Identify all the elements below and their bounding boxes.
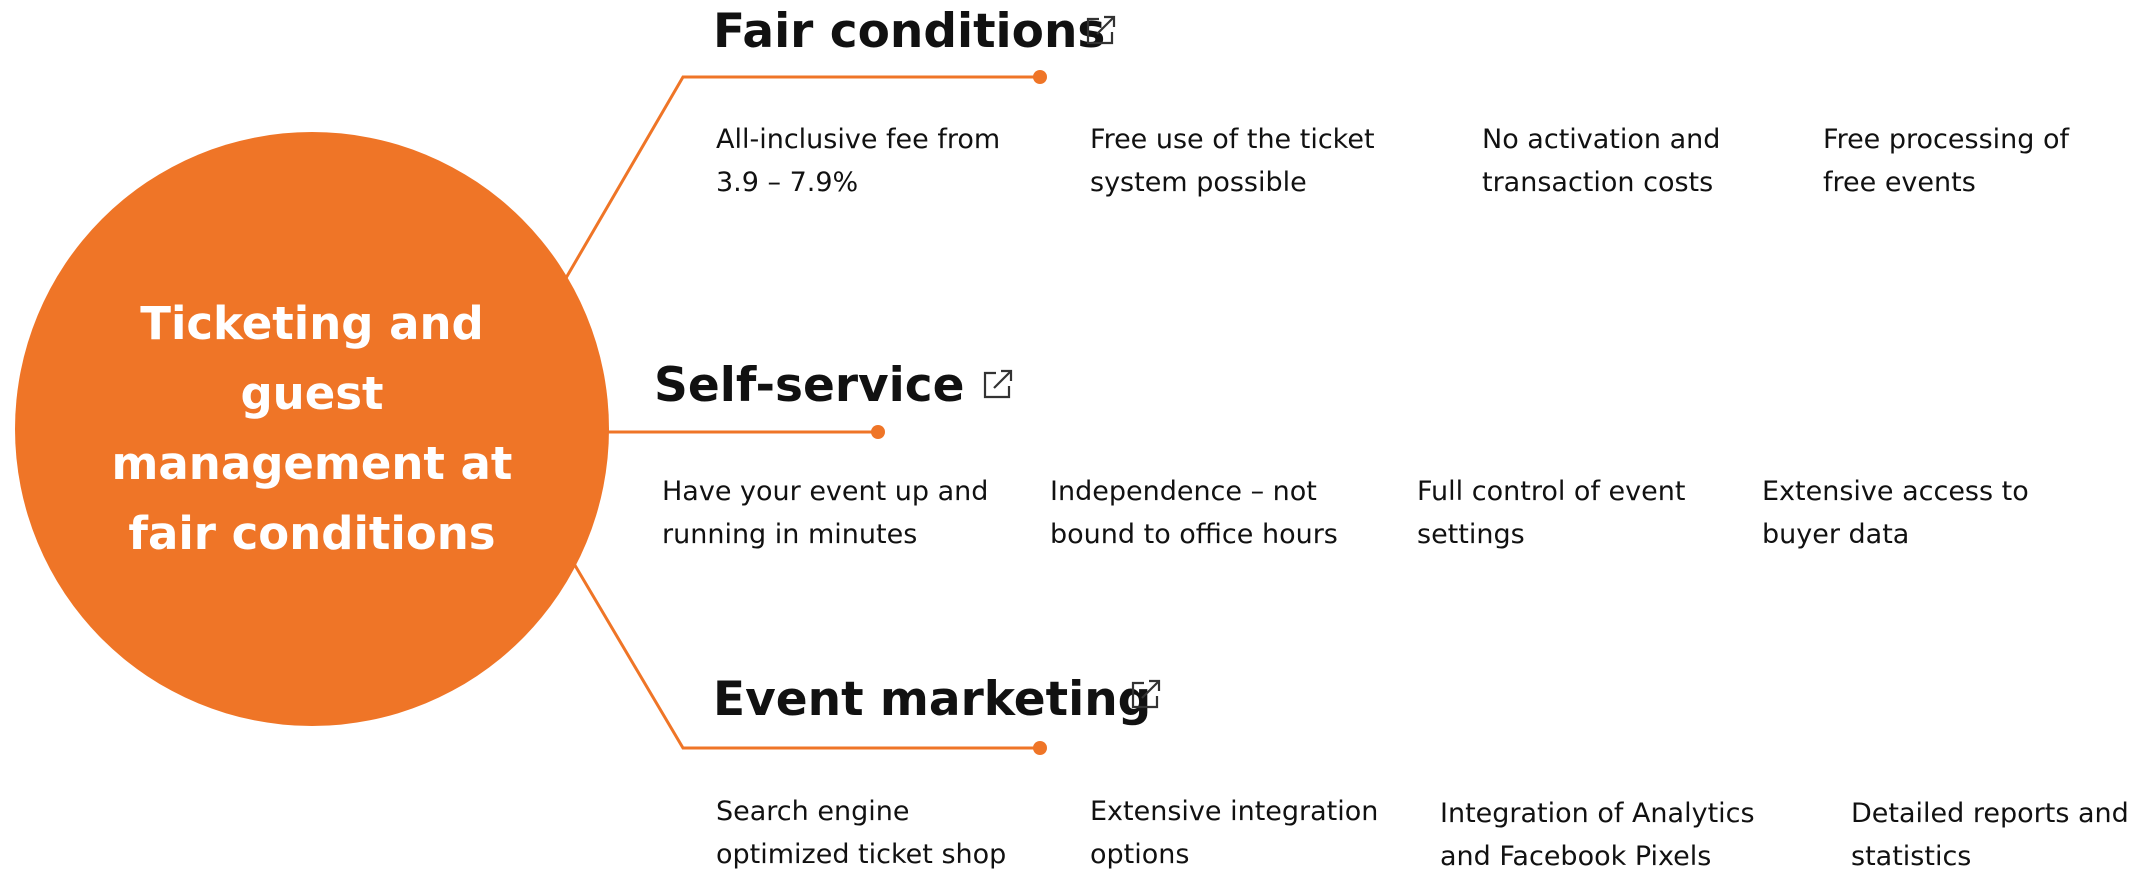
list-item: Have your event up and running in minute… (662, 476, 989, 550)
list-item: Extensive integration options (1090, 796, 1379, 870)
branch-title-event-marketing: Event marketing (713, 672, 1152, 727)
list-item: No activation and transaction costs (1482, 124, 1721, 198)
list-item: Free use of the ticket system possible (1090, 124, 1375, 198)
list-item: Search engine optimized ticket shop (716, 796, 1007, 870)
branch-title-self-service: Self-service (654, 358, 965, 413)
list-item: Free processing of free events (1823, 124, 2069, 198)
hub-title: Ticketing and guest management at fair c… (111, 297, 513, 560)
list-item: Extensive access to buyer data (1762, 476, 2029, 550)
list-item: Detailed reports and statistics (1851, 798, 2129, 872)
list-item: Independence – not bound to office hours (1050, 476, 1338, 550)
branch-title-fair-conditions: Fair conditions (713, 4, 1106, 59)
list-item: Full control of event settings (1417, 476, 1686, 550)
hub-circle: Ticketing and guest management at fair c… (15, 132, 609, 726)
external-link-icon[interactable] (1129, 677, 1163, 711)
connector-dot-self-service (871, 425, 885, 439)
external-link-icon[interactable] (1084, 13, 1118, 47)
list-item: Integration of Analytics and Facebook Pi… (1440, 798, 1755, 872)
connector-dot-event-marketing (1033, 741, 1047, 755)
connector-dot-fair-conditions (1033, 70, 1047, 84)
list-item: All-inclusive fee from 3.9 – 7.9% (716, 124, 1001, 198)
external-link-icon[interactable] (981, 367, 1015, 401)
